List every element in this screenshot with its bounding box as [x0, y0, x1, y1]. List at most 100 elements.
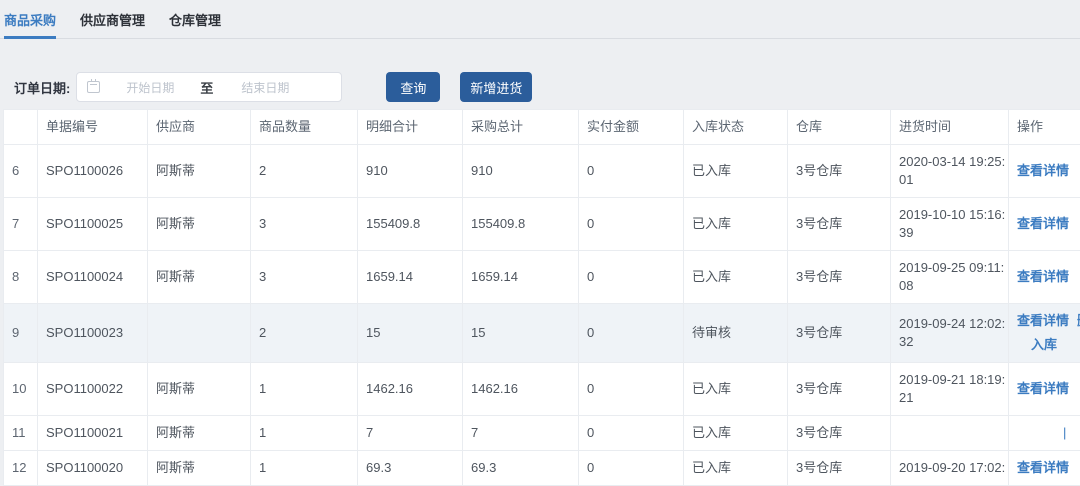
column-header: 单据编号	[38, 110, 148, 145]
cell-order-code: SPO1100021	[38, 416, 148, 451]
column-header: 仓库	[788, 110, 891, 145]
cell-supplier: 阿斯蒂	[148, 451, 251, 486]
search-button[interactable]: 查询	[386, 72, 440, 102]
cell-purchase-total: 910	[463, 145, 579, 198]
view-detail-link[interactable]: 查看详情	[1017, 381, 1069, 396]
view-detail-link[interactable]: 查看详情	[1017, 313, 1069, 328]
column-header: 供应商	[148, 110, 251, 145]
cell-quantity: 3	[251, 251, 358, 304]
cell-quantity: 1	[251, 451, 358, 486]
cell-actions: 查看详情	[1009, 145, 1080, 198]
cell-paid-amount: 0	[579, 198, 684, 251]
cell-order-code: SPO1100020	[38, 451, 148, 486]
cell-purchase-time: 2019-09-20 17:02:	[891, 451, 1009, 486]
table-row: 6SPO1100026阿斯蒂29109100已入库3号仓库2020-03-14 …	[4, 145, 1080, 198]
cell-row-index: 12	[4, 451, 38, 486]
cell-supplier: 阿斯蒂	[148, 198, 251, 251]
column-header: 入库状态	[684, 110, 788, 145]
table-header-row: 单据编号供应商商品数量明细合计采购总计实付金额入库状态仓库进货时间操作	[4, 110, 1080, 145]
add-purchase-button[interactable]: 新增进货	[460, 72, 532, 102]
column-header: 进货时间	[891, 110, 1009, 145]
cell-purchase-time: 2020-03-14 19:25:01	[891, 145, 1009, 198]
cell-stock-status: 已入库	[684, 251, 788, 304]
table-row: 11SPO1100021阿斯蒂1770已入库3号仓库|	[4, 416, 1080, 451]
cell-order-code: SPO1100022	[38, 363, 148, 416]
date-separator: 至	[200, 78, 213, 97]
cell-detail-total: 69.3	[358, 451, 463, 486]
table-row: 12SPO1100020阿斯蒂169.369.30已入库3号仓库2019-09-…	[4, 451, 1080, 486]
date-range-input[interactable]: 开始日期 至 结束日期	[76, 72, 342, 102]
cell-row-index: 9	[4, 304, 38, 363]
start-date-placeholder: 开始日期	[126, 79, 174, 96]
cell-actions: 查看详情	[1009, 198, 1080, 251]
view-detail-link[interactable]: 查看详情	[1017, 163, 1069, 178]
view-detail-link[interactable]: 查看详情	[1017, 216, 1069, 231]
tab-warehouse-management[interactable]: 仓库管理	[169, 0, 221, 38]
cell-purchase-total: 7	[463, 416, 579, 451]
cell-stock-status: 已入库	[684, 198, 788, 251]
action-divider: |	[1063, 425, 1066, 440]
cell-quantity: 1	[251, 416, 358, 451]
cell-warehouse: 3号仓库	[788, 304, 891, 363]
cell-supplier: 阿斯蒂	[148, 145, 251, 198]
cell-detail-total: 15	[358, 304, 463, 363]
end-date-placeholder: 结束日期	[241, 79, 289, 96]
cell-paid-amount: 0	[579, 145, 684, 198]
cell-stock-status: 已入库	[684, 451, 788, 486]
cell-actions: 查看详情	[1009, 251, 1080, 304]
cell-warehouse: 3号仓库	[788, 416, 891, 451]
column-header: 商品数量	[251, 110, 358, 145]
cell-row-index: 8	[4, 251, 38, 304]
cell-actions: 查看详情	[1009, 363, 1080, 416]
cell-warehouse: 3号仓库	[788, 145, 891, 198]
cell-paid-amount: 0	[579, 451, 684, 486]
table-row: 7SPO1100025阿斯蒂3155409.8155409.80已入库3号仓库2…	[4, 198, 1080, 251]
cell-stock-status: 已入库	[684, 363, 788, 416]
table-row: 10SPO1100022阿斯蒂11462.161462.160已入库3号仓库20…	[4, 363, 1080, 416]
purchase-table: 单据编号供应商商品数量明细合计采购总计实付金额入库状态仓库进货时间操作 6SPO…	[3, 109, 1080, 486]
cell-detail-total: 155409.8	[358, 198, 463, 251]
tab-bar: 商品采购供应商管理仓库管理	[0, 0, 1080, 39]
cell-row-index: 6	[4, 145, 38, 198]
cell-paid-amount: 0	[579, 363, 684, 416]
cell-order-code: SPO1100024	[38, 251, 148, 304]
stock-in-link[interactable]: 入库	[1031, 337, 1057, 352]
cell-detail-total: 7	[358, 416, 463, 451]
column-header: 采购总计	[463, 110, 579, 145]
cell-stock-status: 已入库	[684, 145, 788, 198]
cell-paid-amount: 0	[579, 251, 684, 304]
filter-bar: 订单日期: 开始日期 至 结束日期 查询 新增进货	[14, 72, 1080, 102]
column-header	[4, 110, 38, 145]
cell-purchase-total: 69.3	[463, 451, 579, 486]
cell-purchase-total: 155409.8	[463, 198, 579, 251]
cell-purchase-total: 15	[463, 304, 579, 363]
view-detail-link[interactable]: 查看详情	[1017, 269, 1069, 284]
cell-quantity: 2	[251, 304, 358, 363]
cell-supplier: 阿斯蒂	[148, 251, 251, 304]
cell-quantity: 1	[251, 363, 358, 416]
cell-warehouse: 3号仓库	[788, 363, 891, 416]
cell-row-index: 7	[4, 198, 38, 251]
cell-warehouse: 3号仓库	[788, 198, 891, 251]
column-header: 明细合计	[358, 110, 463, 145]
cell-warehouse: 3号仓库	[788, 451, 891, 486]
view-detail-link[interactable]: 查看详情	[1017, 460, 1069, 475]
cell-row-index: 11	[4, 416, 38, 451]
order-date-label: 订单日期:	[14, 78, 70, 97]
column-header: 操作	[1009, 110, 1080, 145]
cell-supplier: 阿斯蒂	[148, 416, 251, 451]
cell-actions: 查看详情	[1009, 451, 1080, 486]
cell-order-code: SPO1100026	[38, 145, 148, 198]
tab-product-purchase[interactable]: 商品采购	[4, 0, 56, 38]
cell-order-code: SPO1100025	[38, 198, 148, 251]
table-row: 8SPO1100024阿斯蒂31659.141659.140已入库3号仓库201…	[4, 251, 1080, 304]
cell-purchase-time: 2019-09-21 18:19:21	[891, 363, 1009, 416]
cell-detail-total: 1462.16	[358, 363, 463, 416]
cell-stock-status: 已入库	[684, 416, 788, 451]
cell-purchase-time	[891, 416, 1009, 451]
cell-quantity: 3	[251, 198, 358, 251]
tab-supplier-management[interactable]: 供应商管理	[80, 0, 145, 38]
cell-actions: 查看详情删除入库	[1009, 304, 1080, 363]
column-header: 实付金额	[579, 110, 684, 145]
cell-purchase-time: 2019-10-10 15:16:39	[891, 198, 1009, 251]
